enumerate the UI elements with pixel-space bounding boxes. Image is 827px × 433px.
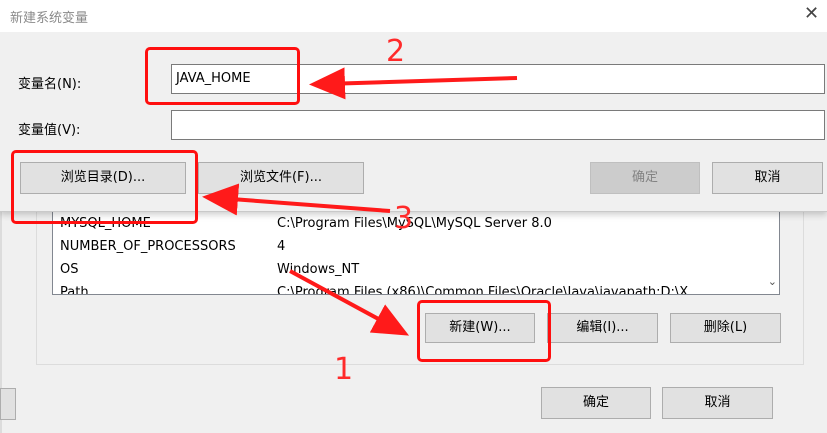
step-number-3: 3 xyxy=(394,201,414,236)
arrow-to-new-button xyxy=(289,269,410,336)
arrow-to-name-input xyxy=(309,67,518,100)
arrow-to-browse-button xyxy=(202,183,391,216)
step-number-2: 2 xyxy=(386,34,406,69)
annotation-arrows xyxy=(202,67,518,336)
step-number-1: 1 xyxy=(334,352,354,387)
